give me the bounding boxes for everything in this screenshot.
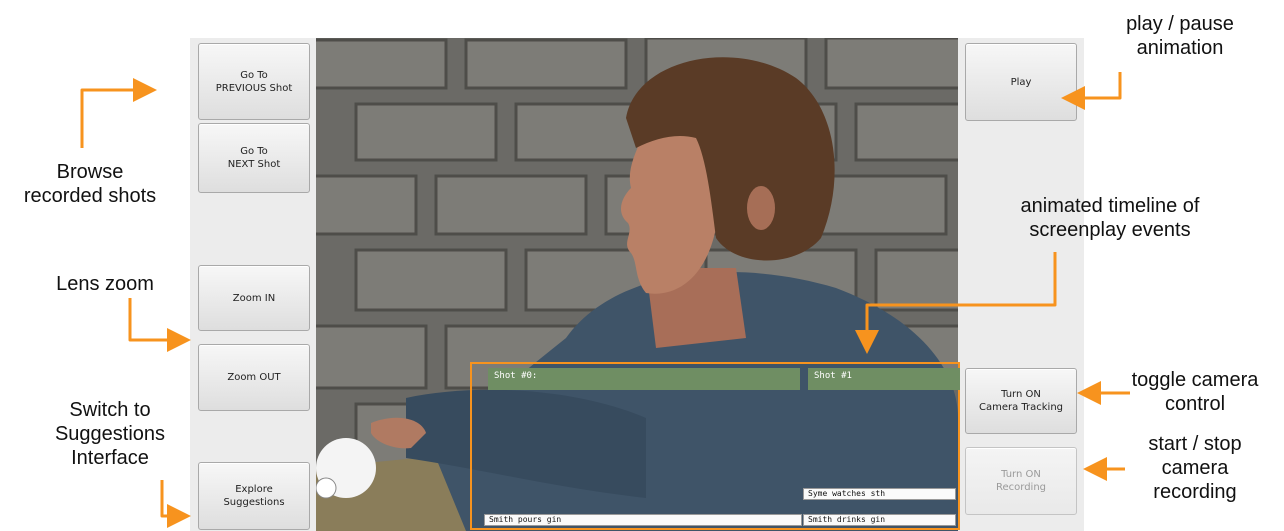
- annotation-arrows: [80, 72, 1130, 528]
- arrow-icon: [128, 298, 191, 352]
- arrow-icon: [855, 252, 1057, 354]
- arrow-icon: [160, 480, 191, 528]
- arrow-icon: [80, 78, 157, 148]
- arrow-icon: [1061, 72, 1122, 110]
